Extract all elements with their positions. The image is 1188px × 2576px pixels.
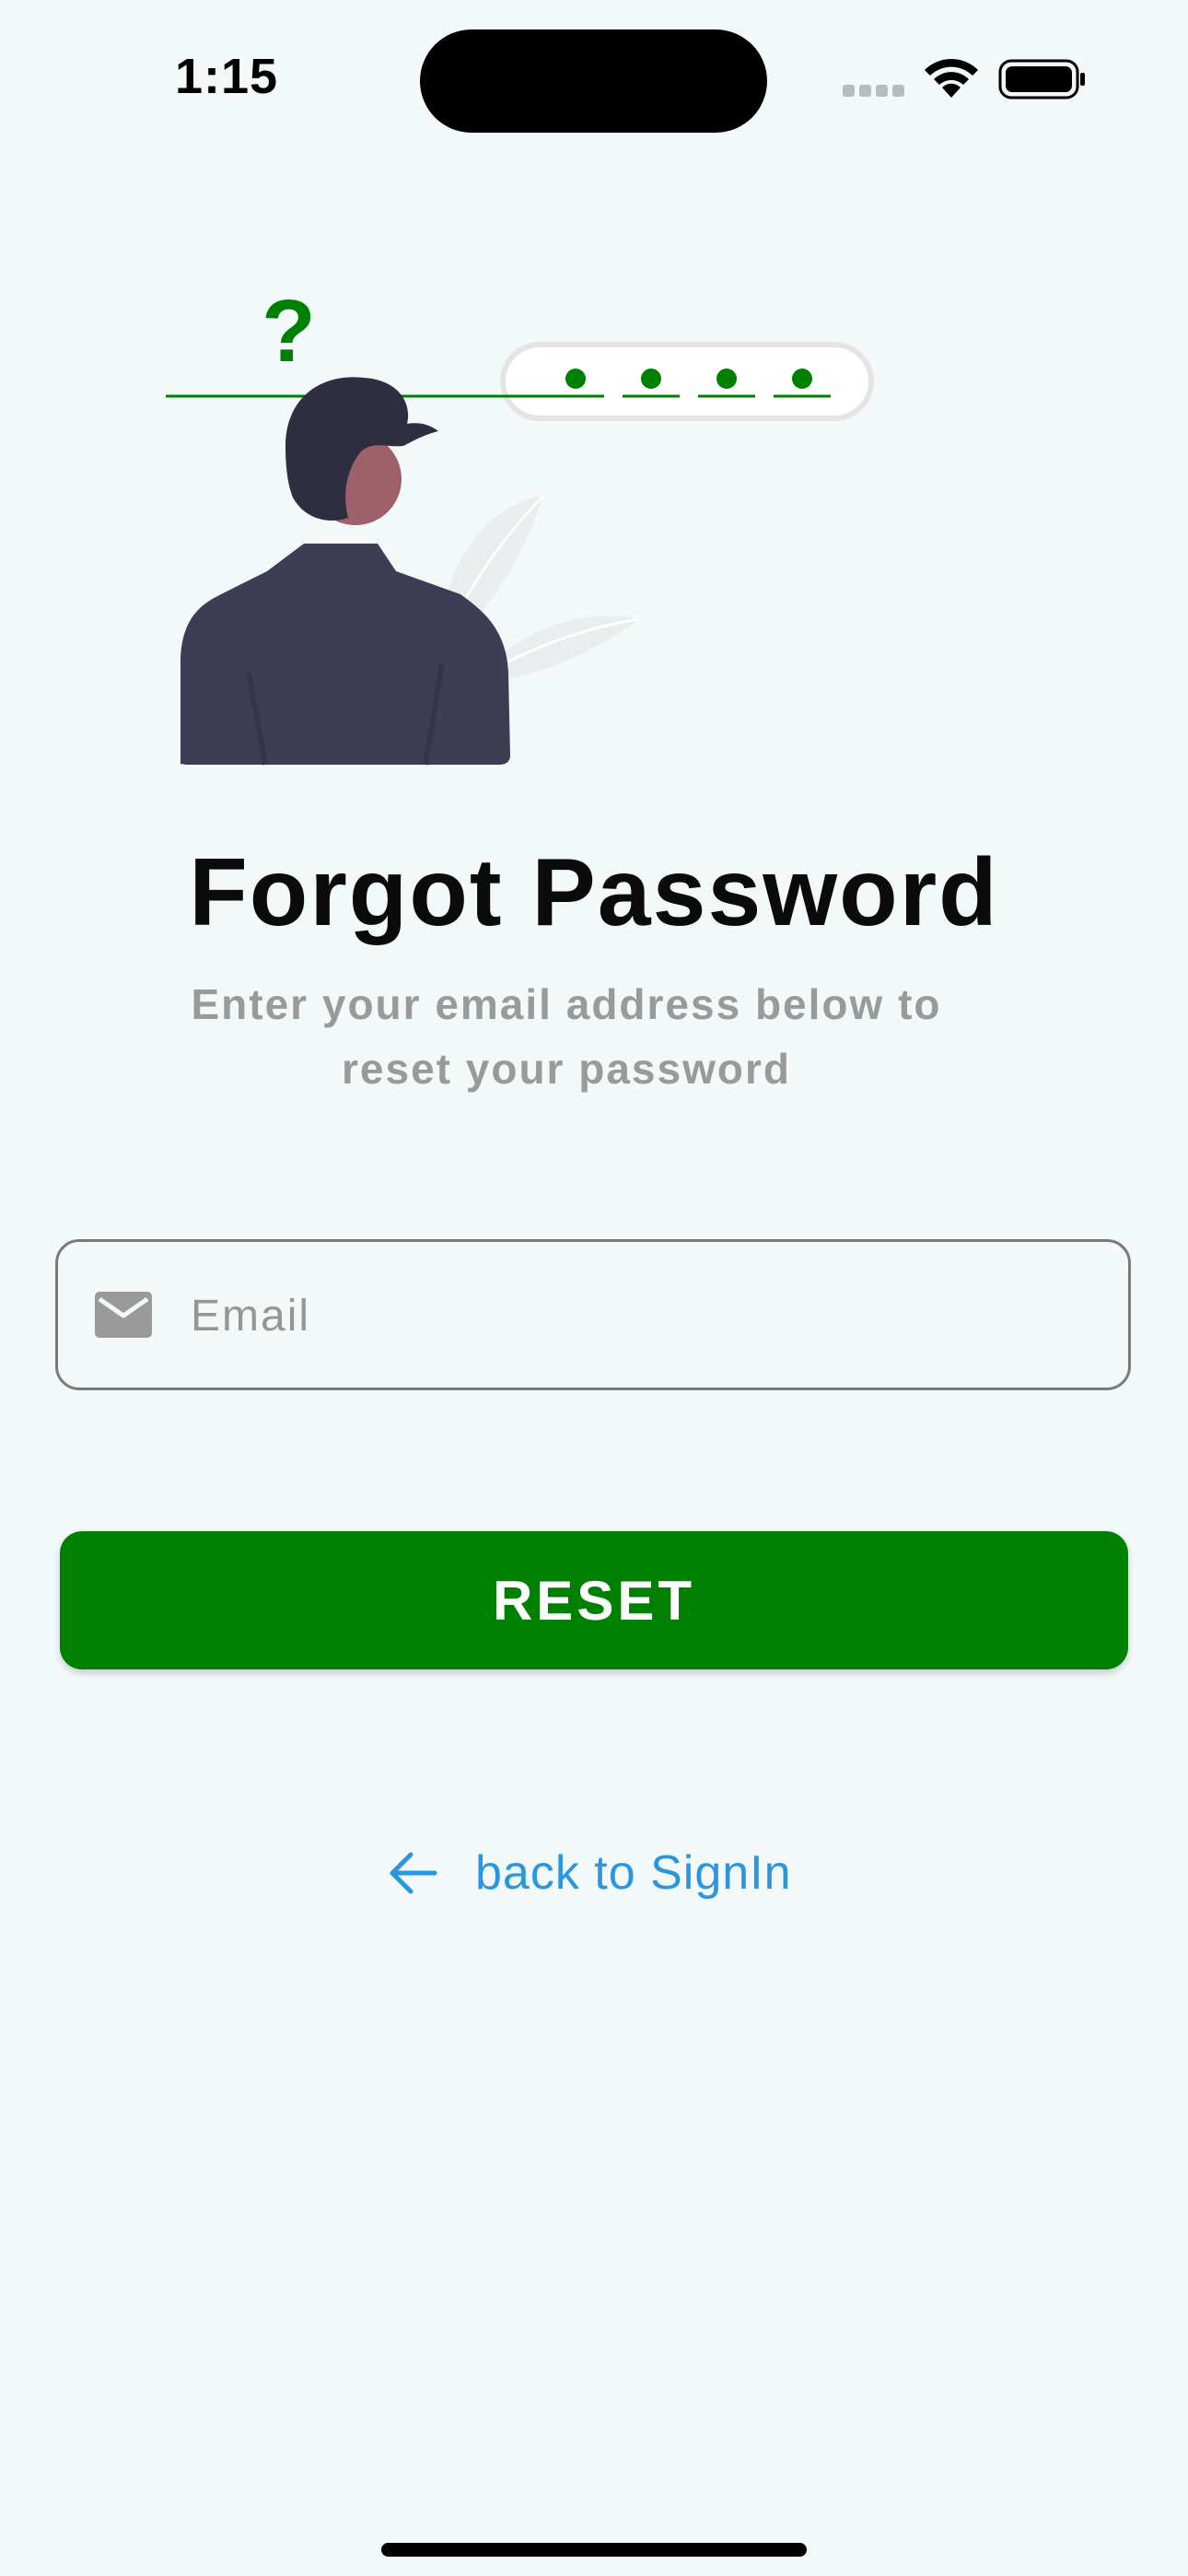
arrow-left-icon: [387, 1850, 438, 1896]
status-bar: 1:15: [0, 0, 1188, 166]
question-mark: ?: [262, 282, 316, 381]
page-subtitle: Enter your email address below to reset …: [191, 980, 942, 1093]
status-time: 1:15: [175, 49, 279, 104]
dynamic-island: [420, 29, 767, 133]
email-field[interactable]: [55, 1239, 1131, 1390]
battery-icon: [998, 59, 1087, 104]
mail-icon: [95, 1292, 152, 1342]
back-to-signin-link[interactable]: back to SignIn: [387, 1841, 792, 1905]
page-title: Forgot Password: [189, 839, 999, 946]
wifi-icon: [921, 55, 982, 104]
home-indicator[interactable]: [381, 2543, 807, 2557]
cellular-signal-icon: [843, 85, 909, 101]
reset-button[interactable]: RESET: [60, 1531, 1128, 1669]
email-input[interactable]: [189, 1242, 1095, 1389]
back-to-signin-label: back to SignIn: [475, 1846, 792, 1900]
forgot-password-illustration: ?: [166, 276, 903, 774]
